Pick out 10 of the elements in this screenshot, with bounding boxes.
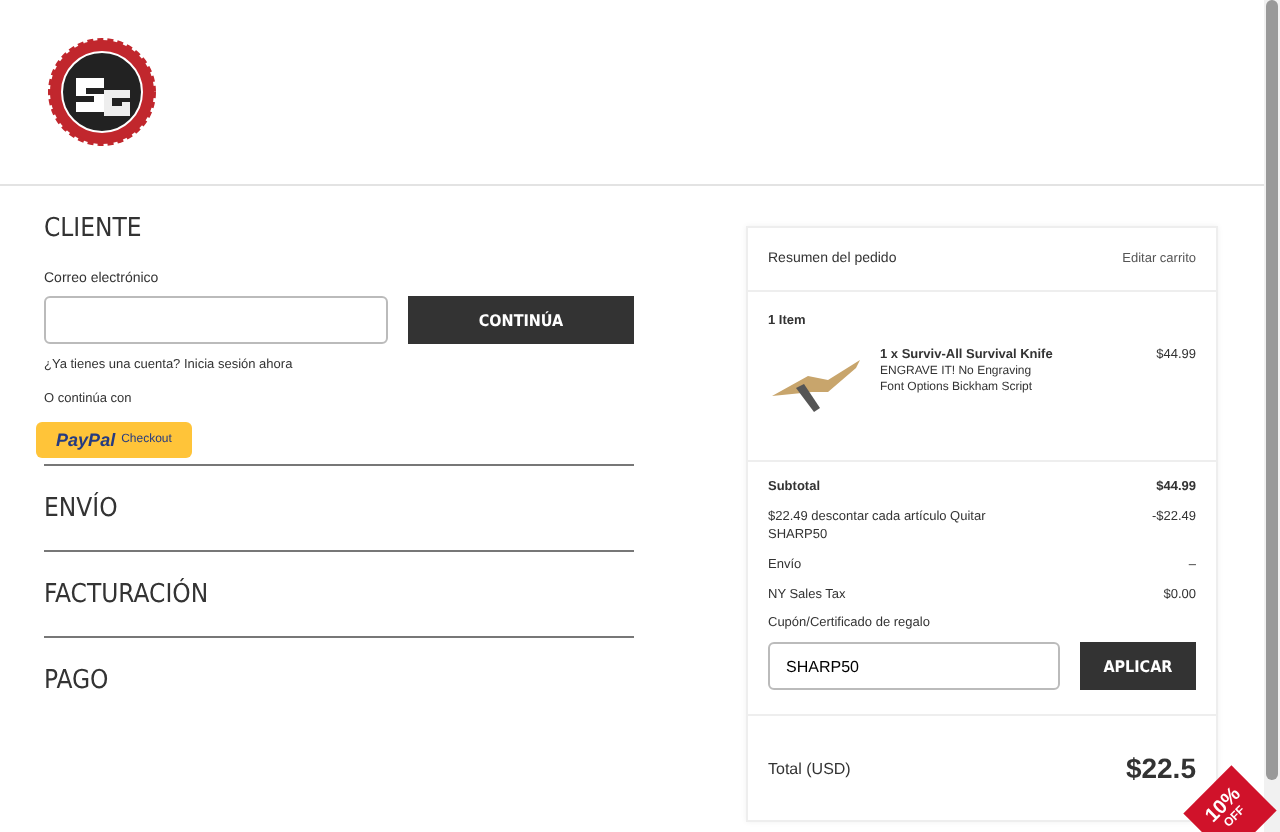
total-label: Total (USD) [768, 759, 851, 777]
coupon-field[interactable]: SHARP50 [768, 642, 1060, 690]
section-title[interactable]: PAGO [44, 666, 634, 696]
section-title[interactable]: ENVÍO [44, 494, 634, 524]
apply-button[interactable]: APLICAR [1079, 642, 1196, 690]
continue-button[interactable]: CONTINÚA [408, 296, 634, 344]
section-title[interactable]: FACTURACIÓN [44, 580, 634, 610]
logo-icon [48, 38, 156, 146]
section-title: CLIENTE [44, 214, 144, 244]
email-field[interactable] [44, 296, 388, 344]
